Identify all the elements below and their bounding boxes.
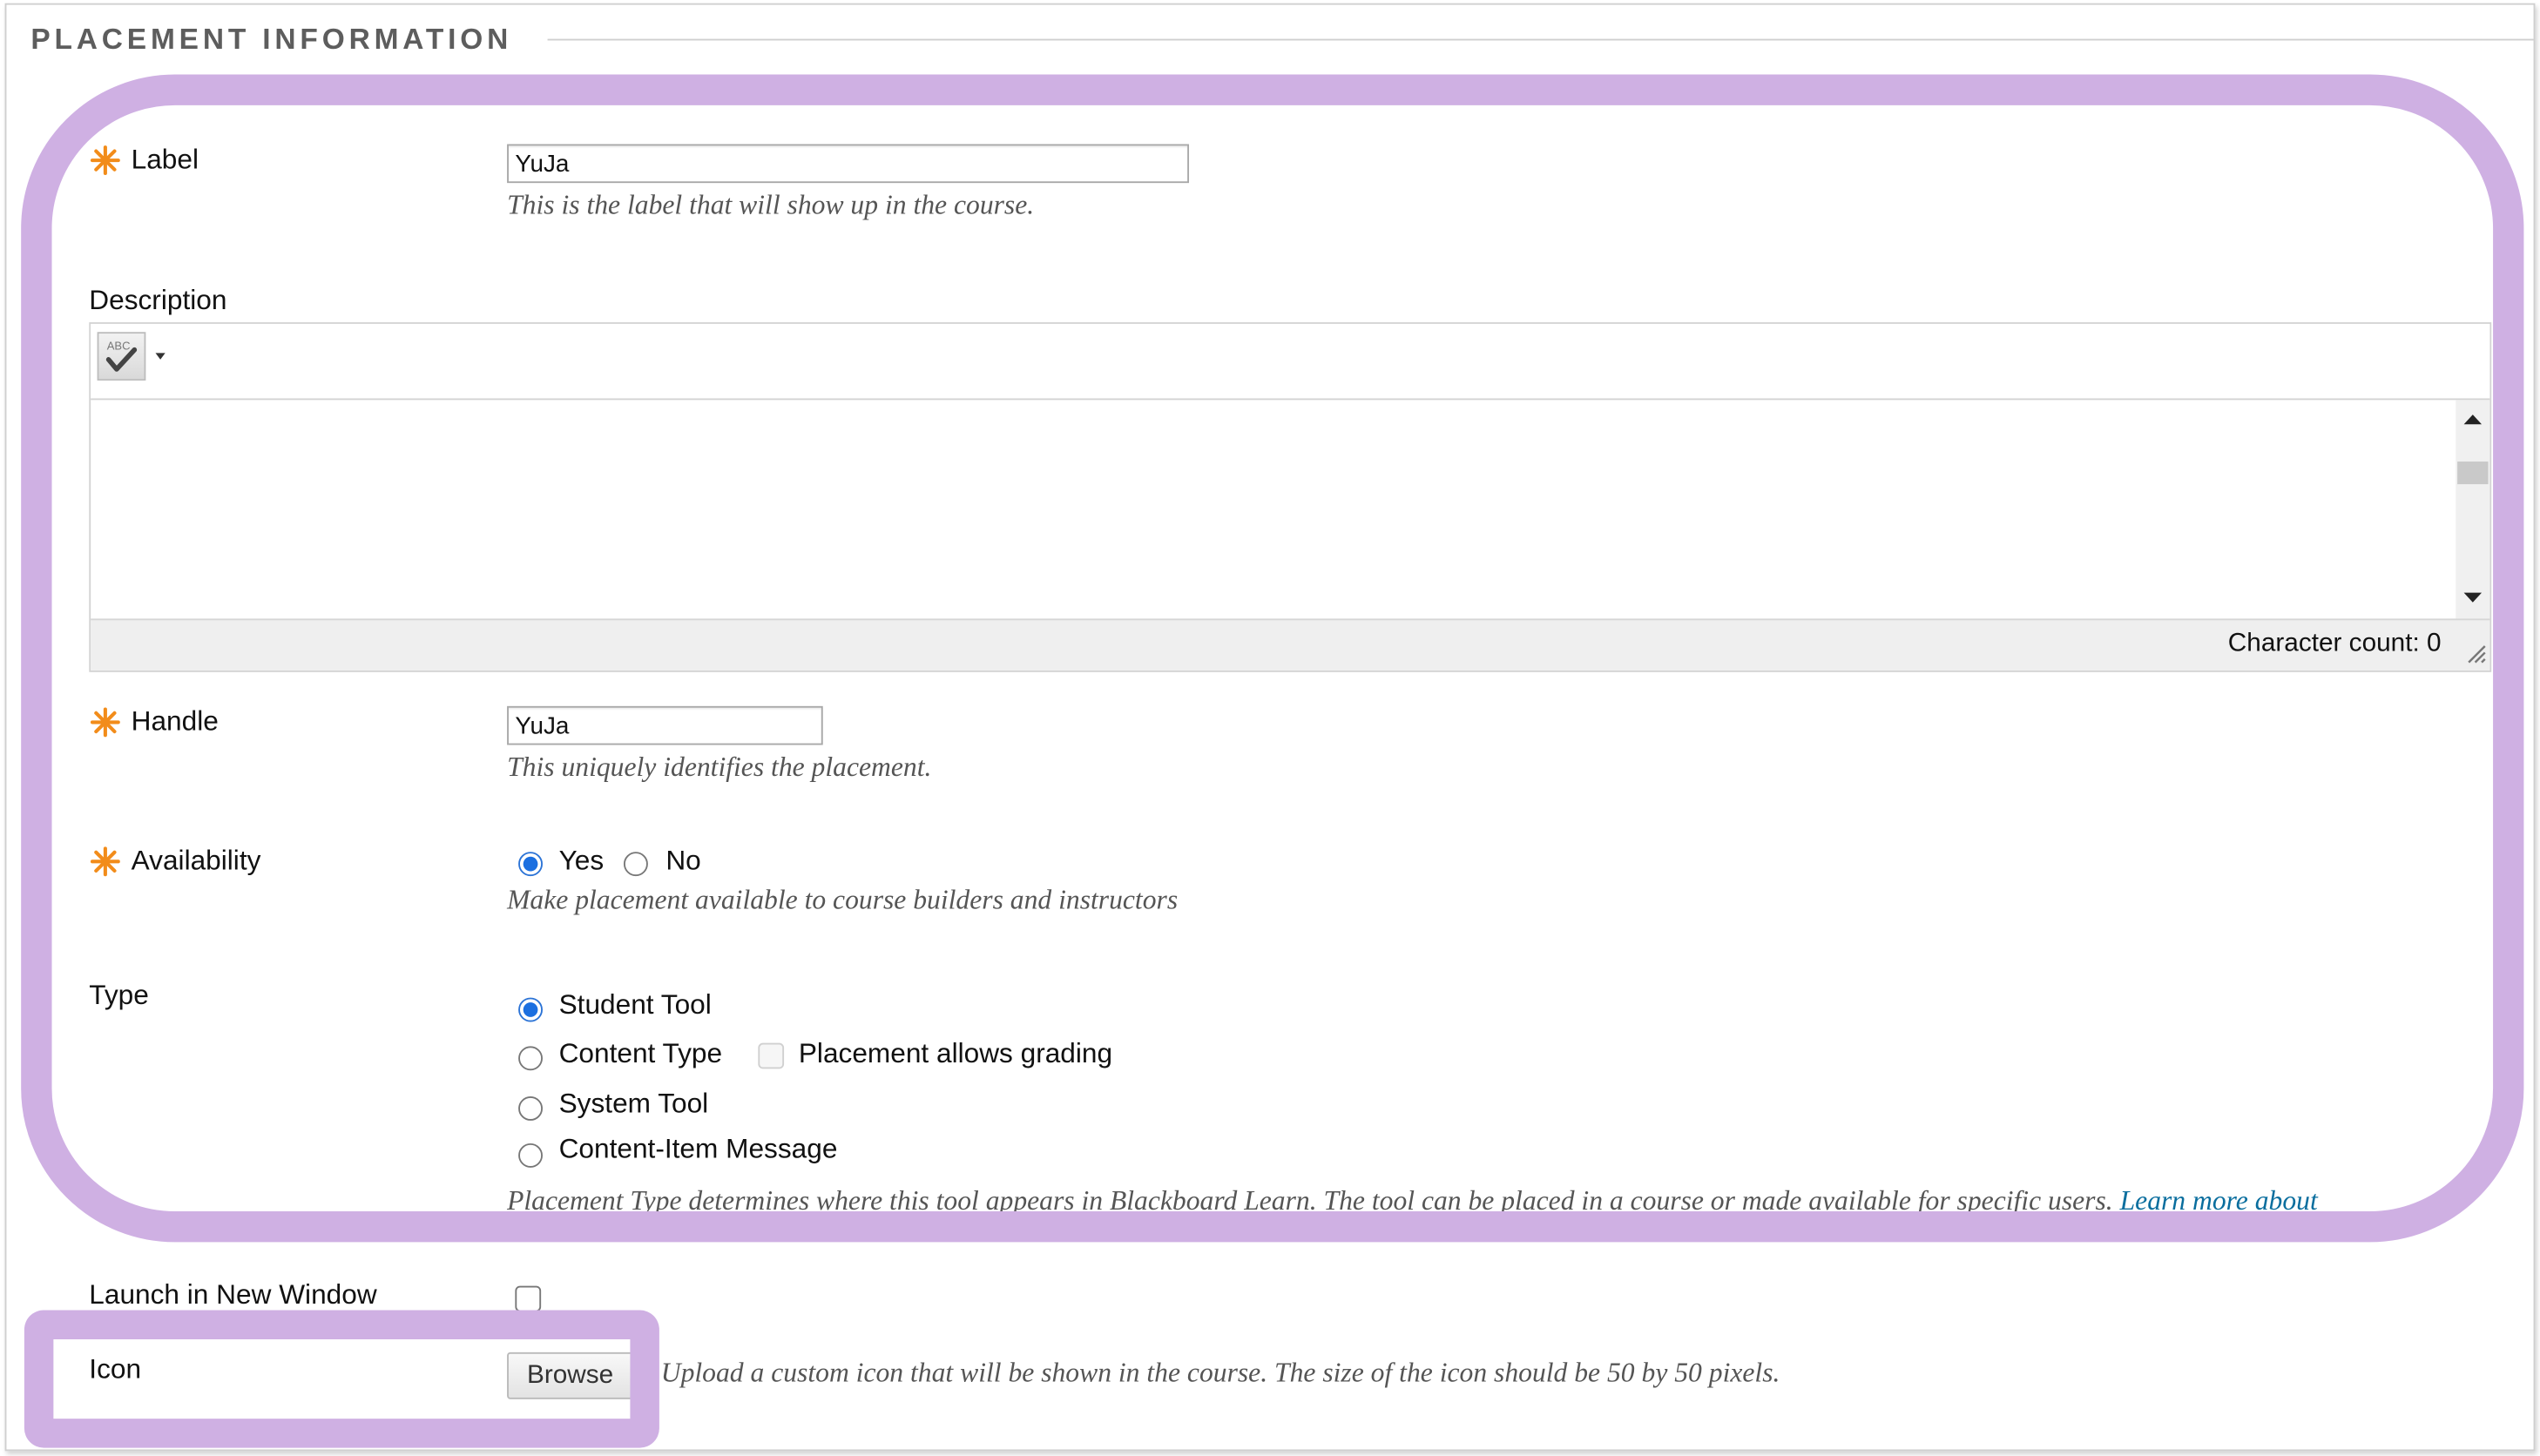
editor-toolbar: ABC [91, 323, 2490, 401]
handle-input[interactable] [507, 705, 823, 745]
required-asterisk-icon [90, 707, 120, 738]
handle-label: Handle [131, 705, 219, 738]
icon-hint: Upload a custom icon that will be shown … [660, 1357, 1780, 1388]
character-count: Character count: 0 [2227, 630, 2442, 658]
title-divider [547, 38, 2534, 41]
placement-allows-grading-label: Placement allows grading [798, 1038, 1113, 1069]
stage: PLACEMENT INFORMATION Label This is the … [0, 0, 2540, 1456]
description-label: Description [89, 285, 227, 316]
type-student-tool-label: Student Tool [558, 989, 712, 1021]
description-editor: ABC Character count: 0 [89, 322, 2492, 672]
resize-handle-icon[interactable] [2464, 641, 2487, 664]
launch-new-window-label: Launch in New Window [89, 1279, 377, 1311]
type-system-tool-label: System Tool [558, 1088, 709, 1120]
type-label: Type [89, 980, 149, 1011]
handle-hint: This uniquely identifies the placement. [507, 751, 932, 783]
spellcheck-button[interactable]: ABC [97, 332, 146, 381]
svg-text:ABC: ABC [107, 340, 131, 353]
type-content-type-radio[interactable] [518, 1046, 543, 1071]
availability-label: Availability [131, 845, 261, 877]
caret-down-icon [155, 353, 166, 360]
icon-label: Icon [89, 1353, 142, 1385]
placement-form: PLACEMENT INFORMATION Label This is the … [4, 3, 2536, 1452]
placement-allows-grading-checkbox[interactable] [758, 1042, 785, 1069]
browse-button[interactable]: Browse [507, 1352, 634, 1399]
editor-scrollbar[interactable] [2456, 400, 2490, 619]
type-system-tool-radio[interactable] [518, 1096, 543, 1121]
label-hint: This is the label that will show up in t… [507, 189, 1035, 220]
scroll-down-icon[interactable] [2462, 590, 2483, 606]
scroll-up-icon[interactable] [2462, 411, 2483, 428]
section-title: PLACEMENT INFORMATION [30, 23, 513, 56]
availability-yes-radio[interactable] [518, 852, 543, 877]
spellcheck-icon: ABC [105, 340, 138, 372]
label-input[interactable] [507, 144, 1190, 184]
spellcheck-dropdown[interactable] [149, 332, 172, 381]
description-textarea[interactable] [91, 400, 2456, 618]
required-asterisk-icon [90, 846, 120, 877]
availability-no-radio[interactable] [623, 852, 648, 877]
type-hint: Placement Type determines where this too… [507, 1185, 2318, 1217]
label-field-label: Label [131, 144, 199, 175]
type-student-tool-radio[interactable] [518, 997, 543, 1022]
availability-hint: Make placement available to course build… [507, 884, 1179, 915]
launch-new-window-checkbox[interactable] [515, 1285, 542, 1312]
type-content-type-label: Content Type [558, 1038, 723, 1069]
type-hint-text: Placement Type determines where this too… [507, 1185, 2113, 1217]
required-asterisk-icon [90, 145, 120, 176]
availability-yes-label: Yes [558, 845, 605, 877]
type-content-item-message-radio[interactable] [518, 1143, 543, 1168]
availability-no-label: No [665, 845, 701, 877]
scroll-thumb[interactable] [2457, 462, 2489, 485]
type-content-item-message-label: Content-Item Message [558, 1133, 838, 1165]
editor-status-bar: Character count: 0 [91, 618, 2490, 671]
learn-more-link[interactable]: Learn more about [2120, 1185, 2318, 1216]
